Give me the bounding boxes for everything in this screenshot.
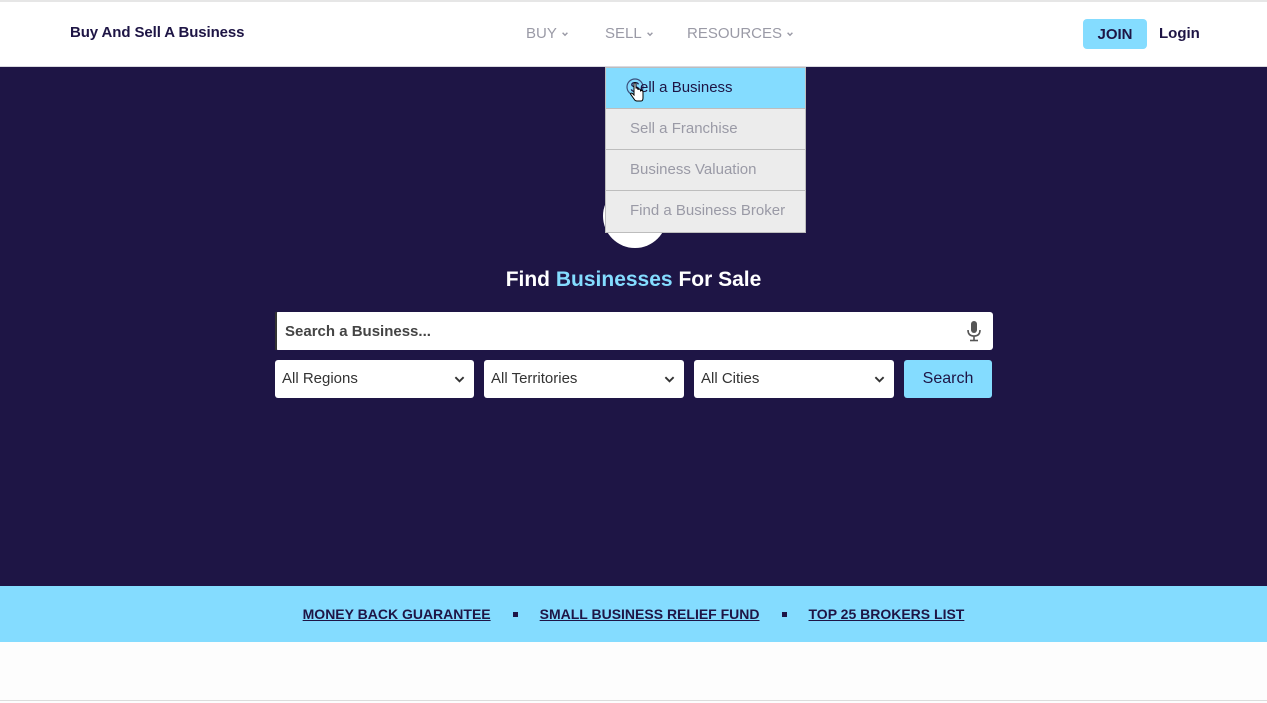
search-box <box>275 312 993 350</box>
separator-dot <box>512 611 518 617</box>
regions-value: All Regions <box>282 370 358 387</box>
join-button[interactable]: JOIN <box>1083 19 1147 49</box>
cities-value: All Cities <box>701 370 760 387</box>
headline-suffix: For Sale <box>678 268 762 291</box>
menu-item-business-valuation[interactable]: Business Valuation <box>606 150 805 191</box>
chevron-down-icon <box>646 31 653 36</box>
nav-sell[interactable]: SELL <box>605 25 654 42</box>
headline-prefix: Find <box>505 268 551 291</box>
regions-select[interactable]: All Regions <box>275 360 474 398</box>
bottom-border <box>0 700 1267 701</box>
search-button[interactable]: Search <box>904 360 992 398</box>
nav-buy-label: BUY <box>526 25 557 42</box>
nav-resources-label: RESOURCES <box>687 25 783 42</box>
nav-buy[interactable]: BUY <box>526 25 569 42</box>
top-brokers-link[interactable]: TOP 25 BROKERS LIST <box>809 606 965 622</box>
cities-select[interactable]: All Cities <box>694 360 894 398</box>
search-input[interactable] <box>275 312 955 350</box>
footer-strip <box>0 642 1267 703</box>
hand-pointer-icon <box>626 78 644 102</box>
nav-resources[interactable]: RESOURCES <box>687 25 794 42</box>
chevron-down-icon <box>664 376 675 383</box>
relief-fund-link[interactable]: SMALL BUSINESS RELIEF FUND <box>540 606 760 622</box>
brand-link[interactable]: Buy And Sell A Business <box>70 24 245 41</box>
microphone-icon[interactable] <box>965 320 983 342</box>
navbar: Buy And Sell A Business BUY SELL RESOURC… <box>0 2 1267 67</box>
money-back-guarantee-link[interactable]: MONEY BACK GUARANTEE <box>303 606 491 622</box>
login-link[interactable]: Login <box>1159 25 1200 42</box>
nav-sell-label: SELL <box>605 25 642 42</box>
menu-item-sell-a-franchise[interactable]: Sell a Franchise <box>606 109 805 150</box>
chevron-down-icon <box>454 376 465 383</box>
headline-highlight: Businesses <box>555 268 673 291</box>
territories-value: All Territories <box>491 370 578 387</box>
territories-select[interactable]: All Territories <box>484 360 684 398</box>
chevron-down-icon <box>874 376 885 383</box>
menu-item-find-broker[interactable]: Find a Business Broker <box>606 191 805 232</box>
chevron-down-icon <box>561 31 568 36</box>
hero-headline: Find Businesses For Sale <box>0 268 1267 292</box>
promo-banner: MONEY BACK GUARANTEE SMALL BUSINESS RELI… <box>0 586 1267 642</box>
chevron-down-icon <box>787 31 793 36</box>
separator-dot <box>781 611 787 617</box>
